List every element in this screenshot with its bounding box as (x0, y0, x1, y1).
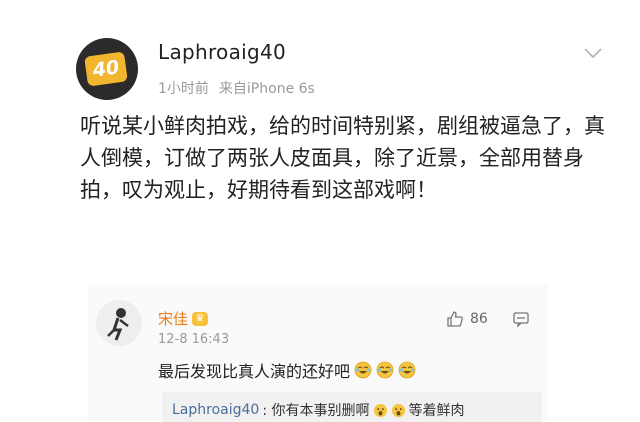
post-username[interactable]: Laphroaig40 (158, 40, 286, 64)
weibo-post-card: 40 Laphroaig40 1小时前 来自iPhone 6s 听说某小鲜肉拍戏，… (62, 18, 618, 254)
like-button[interactable]: 86 (446, 310, 488, 328)
shocked-face-icon (373, 403, 387, 417)
post-time: 1小时前 (158, 81, 209, 97)
reply-text-after: 等着鲜肉 (408, 403, 465, 419)
like-count: 86 (470, 311, 488, 327)
comment-section: 宋佳 ♛ 12-8 16:43 86 最后发现比真人演的还好吧 Laphroai… (88, 284, 548, 422)
reply-author[interactable]: Laphroaig40 (172, 402, 259, 418)
comment-username-text: 宋佳 (158, 310, 189, 328)
comment-username[interactable]: 宋佳 ♛ (158, 308, 209, 329)
nested-reply-text: Laphroaig40 : 你有本事别删啊 等着鲜肉 (172, 400, 465, 420)
vip-crown-icon: ♛ (192, 311, 209, 326)
post-body-text: 听说某小鲜肉拍戏，给的时间特别紧，剧组被逼急了，真人倒模，订做了两张人皮面具，除… (80, 114, 605, 202)
post-meta: 1小时前 来自iPhone 6s (158, 78, 315, 98)
reply-text-before: : 你有本事别删啊 (262, 403, 370, 419)
comment-time: 12-8 16:43 (158, 332, 230, 347)
laugh-cry-icon (354, 361, 372, 379)
avatar-figure-icon (107, 308, 129, 341)
comment-text-body: 最后发现比真人演的还好吧 (158, 362, 351, 381)
post-avatar[interactable]: 40 (76, 38, 138, 100)
thumbs-up-icon (447, 311, 463, 327)
avatar-badge-text: 40 (91, 56, 121, 82)
laugh-cry-icon (376, 361, 394, 379)
shocked-face-icon (391, 403, 405, 417)
chevron-down-icon[interactable] (582, 42, 604, 64)
comment-reply-icon[interactable] (512, 310, 530, 328)
comment-text: 最后发现比真人演的还好吧 (158, 358, 416, 382)
post-source: 来自iPhone 6s (218, 81, 315, 97)
avatar-badge: 40 (84, 51, 128, 87)
comment-avatar[interactable] (96, 300, 142, 346)
nested-reply[interactable]: Laphroaig40 : 你有本事别删啊 等着鲜肉 (162, 392, 542, 422)
laugh-cry-icon (398, 361, 416, 379)
